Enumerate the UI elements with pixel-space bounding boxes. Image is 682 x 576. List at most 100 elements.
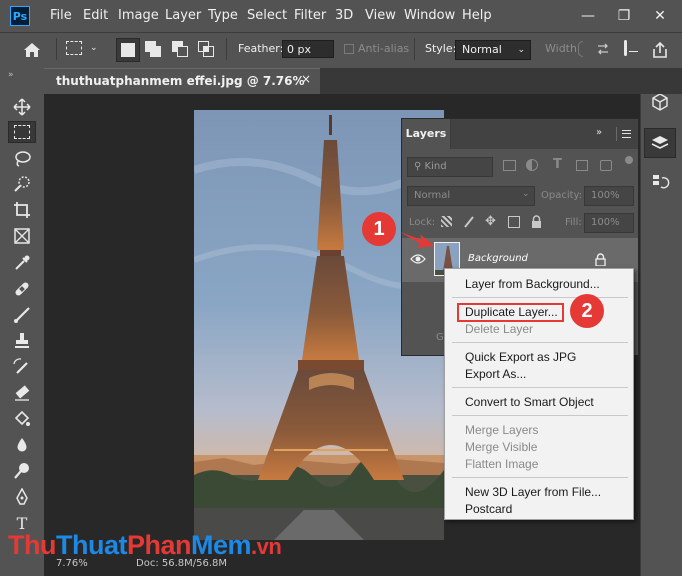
select-and-mask-icon[interactable]	[622, 40, 638, 58]
antialias-label: Anti-alias	[358, 42, 410, 55]
feather-input[interactable]: 0 px	[282, 40, 334, 58]
layers-panel-button[interactable]	[644, 128, 676, 158]
share-icon[interactable]	[650, 40, 670, 60]
search-icon: ⚲	[414, 161, 425, 172]
history-brush-tool-icon[interactable]	[8, 356, 36, 378]
add-selection-icon[interactable]	[145, 41, 165, 61]
opacity-label: Opacity:	[541, 190, 583, 201]
lock-image-icon[interactable]	[463, 215, 475, 229]
feather-label: Feather:	[238, 42, 284, 55]
minimize-button[interactable]: —	[570, 0, 606, 32]
watermark-logo: ThuThuatPhanMem.vn	[8, 530, 282, 560]
lasso-tool-icon[interactable]	[8, 148, 36, 170]
menu-item-export-as[interactable]: Export As...	[465, 367, 526, 381]
style-value: Normal	[462, 43, 502, 56]
home-icon[interactable]	[22, 40, 42, 60]
frame-tool-icon[interactable]	[8, 225, 36, 247]
menu-file[interactable]: File	[50, 0, 72, 32]
swap-icon[interactable]	[596, 42, 610, 56]
document-tab[interactable]: thuthuatphanmem effei.jpg @ 7.76% (RGB/8…	[44, 68, 320, 112]
filter-toggle-icon[interactable]	[625, 156, 633, 164]
menu-type[interactable]: Type	[208, 0, 238, 32]
antialias-checkbox[interactable]	[344, 44, 354, 54]
collapse-panel-icon[interactable]: »	[8, 70, 14, 80]
eraser-tool-icon[interactable]	[8, 382, 36, 404]
type-filter-icon[interactable]: T	[553, 157, 562, 172]
divider	[226, 38, 227, 60]
adjustment-filter-icon[interactable]	[526, 159, 538, 171]
menu-view[interactable]: View	[365, 0, 396, 32]
3d-panel-icon[interactable]	[650, 92, 670, 112]
opacity-input[interactable]: 100%	[584, 186, 634, 206]
subtract-selection-icon[interactable]	[172, 41, 192, 61]
style-label: Style:	[425, 42, 457, 55]
style-select[interactable]: Normal ⌄	[455, 40, 531, 60]
menu-select[interactable]: Select	[247, 0, 287, 32]
step-2-badge: 2	[570, 294, 604, 328]
lock-transparent-icon[interactable]	[441, 216, 452, 227]
lock-position-icon[interactable]: ✥	[485, 214, 496, 229]
menu-help[interactable]: Help	[462, 0, 492, 32]
close-window-button[interactable]: ✕	[642, 0, 678, 32]
menu-item-new-3d-layer[interactable]: New 3D Layer from File...	[465, 485, 601, 499]
layers-tab[interactable]: Layers	[402, 119, 451, 149]
marquee-preset-icon[interactable]	[66, 41, 82, 55]
menu-edit[interactable]: Edit	[83, 0, 108, 32]
restore-button[interactable]: ❐	[606, 0, 642, 32]
healing-brush-tool-icon[interactable]	[8, 278, 36, 300]
marquee-tool-icon[interactable]	[8, 121, 36, 143]
menu-layer[interactable]: Layer	[165, 0, 201, 32]
lock-artboard-icon[interactable]	[508, 216, 520, 228]
panel-menu-icon[interactable]	[622, 130, 631, 138]
divider	[616, 127, 617, 141]
divider	[56, 38, 57, 60]
history-panel-icon[interactable]	[650, 172, 670, 192]
close-tab-icon[interactable]: ×	[301, 72, 311, 86]
paint-bucket-tool-icon[interactable]	[8, 408, 36, 430]
panel-footer-label: G	[436, 332, 444, 343]
menu-separator	[452, 342, 628, 343]
menu-image[interactable]: Image	[118, 0, 159, 32]
divider	[414, 38, 415, 60]
menu-item-layer-from-background[interactable]: Layer from Background...	[465, 277, 600, 291]
layer-name: Background	[468, 253, 528, 264]
chevron-down-icon[interactable]: ⌄	[90, 43, 98, 53]
move-tool-icon[interactable]	[8, 96, 36, 118]
layers-icon	[651, 136, 669, 149]
pixel-filter-icon[interactable]	[503, 160, 516, 171]
menu-separator	[452, 387, 628, 388]
menu-item-flatten-image: Flatten Image	[465, 457, 539, 471]
brush-tool-icon[interactable]	[8, 304, 36, 326]
width-input[interactable]	[578, 41, 583, 57]
menu-item-postcard[interactable]: Postcard	[465, 502, 512, 516]
clone-stamp-tool-icon[interactable]	[8, 330, 36, 352]
kind-filter-label: Kind	[424, 161, 447, 172]
blur-tool-icon[interactable]	[8, 434, 36, 456]
menu-item-convert-smart-object[interactable]: Convert to Smart Object	[465, 395, 594, 409]
layers-panel-tabbar	[450, 119, 638, 149]
menu-item-quick-export[interactable]: Quick Export as JPG	[465, 350, 576, 364]
quick-selection-tool-icon[interactable]	[8, 173, 36, 195]
menu-window[interactable]: Window	[404, 0, 455, 32]
highlight-box	[457, 303, 564, 322]
lock-all-icon[interactable]	[531, 215, 542, 228]
new-selection-button[interactable]	[116, 38, 140, 62]
pen-tool-icon[interactable]	[8, 486, 36, 508]
eye-icon[interactable]	[410, 253, 426, 265]
menu-filter[interactable]: Filter	[294, 0, 326, 32]
intersect-selection-icon[interactable]	[198, 41, 218, 61]
shape-filter-icon[interactable]	[576, 160, 588, 171]
step-1-badge: 1	[362, 212, 396, 246]
fill-input[interactable]: 100%	[584, 213, 634, 233]
menu-3d[interactable]: 3D	[335, 0, 353, 32]
smart-object-filter-icon[interactable]	[600, 160, 612, 171]
panel-collapse-icon[interactable]: »	[596, 127, 602, 138]
dodge-tool-icon[interactable]	[8, 460, 36, 482]
eyedropper-tool-icon[interactable]	[8, 252, 36, 274]
menu-separator	[452, 477, 628, 478]
kind-filter-select[interactable]: ⚲ Kind	[407, 157, 493, 177]
arrow-right-icon	[400, 224, 436, 254]
crop-tool-icon[interactable]	[8, 199, 36, 221]
blend-mode-select[interactable]: Normal	[407, 186, 535, 206]
chevron-down-icon: ⌄	[522, 189, 530, 199]
